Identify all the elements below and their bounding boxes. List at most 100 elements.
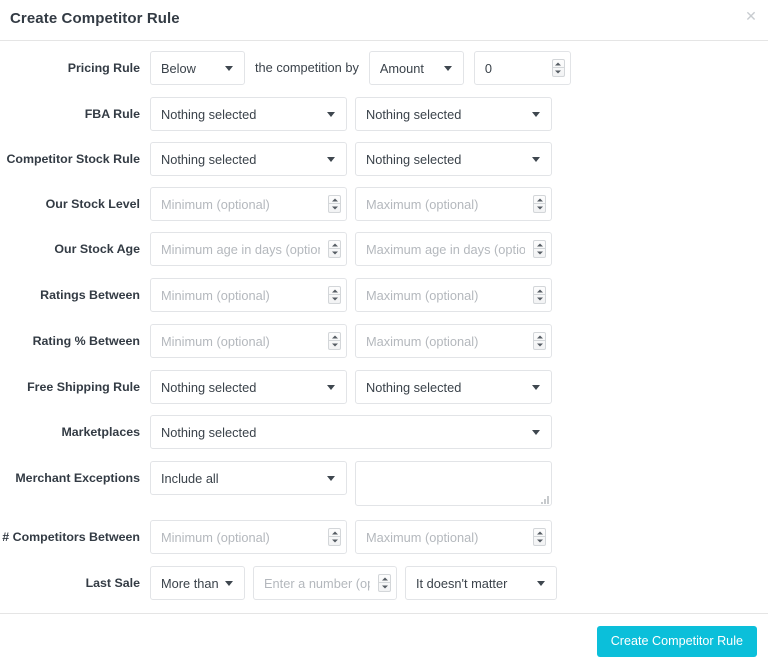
- chevron-down-icon: [225, 580, 234, 586]
- label-fba-rule: FBA Rule: [84, 107, 140, 121]
- controls-merchant-exceptions: Include all: [150, 461, 552, 506]
- create-competitor-rule-modal: Create Competitor Rule ✕ Pricing Rule Be…: [0, 0, 768, 668]
- spinner-icon[interactable]: [378, 574, 391, 592]
- our-stock-level-max-input[interactable]: Maximum (optional): [355, 187, 552, 221]
- resize-handle-icon[interactable]: [540, 495, 549, 504]
- fba-rule-left-value: Nothing selected: [161, 106, 257, 122]
- pricing-direction-select[interactable]: Below: [150, 51, 245, 85]
- rating-percent-min-input[interactable]: Minimum (optional): [150, 324, 347, 358]
- spinner-icon[interactable]: [533, 195, 546, 213]
- last-sale-period-select[interactable]: It doesn't matter: [405, 566, 557, 600]
- chevron-down-icon: [327, 384, 336, 390]
- fba-rule-right-value: Nothing selected: [366, 106, 462, 122]
- pricing-mode-value: Amount: [379, 60, 424, 76]
- rating-percent-min-placeholder: Minimum (optional): [161, 333, 270, 349]
- ratings-between-max-input[interactable]: Maximum (optional): [355, 278, 552, 312]
- row-free-shipping-rule: Free Shipping Rule Nothing selected Noth…: [0, 370, 768, 415]
- controls-marketplaces: Nothing selected: [150, 415, 552, 449]
- pricing-amount-input[interactable]: 0: [473, 51, 571, 85]
- controls-ratings-between: Minimum (optional) Maximum (optional): [150, 278, 552, 312]
- chevron-down-icon: [327, 156, 336, 162]
- modal-body: Pricing Rule Below the competition by Am…: [0, 41, 768, 613]
- controls-rating-percent-between: Minimum (optional) Maximum (optional): [150, 324, 552, 358]
- row-pricing-rule: Pricing Rule Below the competition by Am…: [0, 51, 768, 96]
- our-stock-age-min-placeholder: Minimum age in days (optional): [161, 241, 320, 257]
- close-icon[interactable]: ✕: [743, 8, 759, 24]
- pricing-direction-value: Below: [161, 60, 196, 76]
- controls-our-stock-age: Minimum age in days (optional) Maximum a…: [150, 232, 552, 266]
- chevron-down-icon: [537, 580, 546, 586]
- spinner-icon[interactable]: [328, 240, 341, 258]
- row-fba-rule: FBA Rule Nothing selected Nothing select…: [0, 97, 768, 142]
- merchant-exceptions-mode-select[interactable]: Include all: [150, 461, 347, 495]
- last-sale-period-value: It doesn't matter: [416, 575, 508, 591]
- last-sale-comparator-select[interactable]: More than: [150, 566, 245, 600]
- our-stock-level-max-placeholder: Maximum (optional): [366, 196, 479, 212]
- fba-rule-right-select[interactable]: Nothing selected: [355, 97, 552, 131]
- marketplaces-select[interactable]: Nothing selected: [150, 415, 552, 449]
- label-our-stock-age: Our Stock Age: [54, 242, 140, 256]
- chevron-down-icon: [327, 475, 336, 481]
- spinner-icon[interactable]: [533, 240, 546, 258]
- ratings-between-min-input[interactable]: Minimum (optional): [150, 278, 347, 312]
- controls-pricing-rule: Below the competition by Amount 0: [150, 51, 571, 85]
- competitors-between-max-placeholder: Maximum (optional): [366, 529, 479, 545]
- merchant-exceptions-mode-value: Include all: [161, 470, 219, 486]
- merchant-exceptions-textarea[interactable]: [355, 461, 552, 506]
- modal-footer: Create Competitor Rule: [0, 613, 768, 668]
- rating-percent-max-placeholder: Maximum (optional): [366, 333, 479, 349]
- row-competitor-stock-rule: Competitor Stock Rule Nothing selected N…: [0, 142, 768, 187]
- free-shipping-right-select[interactable]: Nothing selected: [355, 370, 552, 404]
- row-competitors-between: # Competitors Between Minimum (optional)…: [0, 520, 768, 565]
- rating-percent-max-input[interactable]: Maximum (optional): [355, 324, 552, 358]
- row-merchant-exceptions: Merchant Exceptions Include all: [0, 461, 768, 517]
- controls-competitors-between: Minimum (optional) Maximum (optional): [150, 520, 552, 554]
- chevron-down-icon: [532, 111, 541, 117]
- label-rating-percent-between: Rating % Between: [32, 334, 140, 348]
- label-last-sale: Last Sale: [85, 576, 140, 590]
- competitor-stock-left-value: Nothing selected: [161, 151, 257, 167]
- competitor-stock-left-select[interactable]: Nothing selected: [150, 142, 347, 176]
- spinner-icon[interactable]: [328, 332, 341, 350]
- our-stock-age-max-input[interactable]: Maximum age in days (optional): [355, 232, 552, 266]
- fba-rule-left-select[interactable]: Nothing selected: [150, 97, 347, 131]
- label-our-stock-level: Our Stock Level: [45, 197, 140, 211]
- spinner-icon[interactable]: [328, 286, 341, 304]
- our-stock-level-min-input[interactable]: Minimum (optional): [150, 187, 347, 221]
- pricing-mode-select[interactable]: Amount: [368, 51, 464, 85]
- row-last-sale: Last Sale More than Enter a number (opti…: [0, 566, 768, 611]
- our-stock-level-min-placeholder: Minimum (optional): [161, 196, 270, 212]
- competitors-between-max-input[interactable]: Maximum (optional): [355, 520, 552, 554]
- free-shipping-left-select[interactable]: Nothing selected: [150, 370, 347, 404]
- last-sale-number-placeholder: Enter a number (optional): [264, 575, 370, 591]
- competitor-stock-right-value: Nothing selected: [366, 151, 462, 167]
- spinner-icon[interactable]: [551, 59, 565, 77]
- competitor-stock-right-select[interactable]: Nothing selected: [355, 142, 552, 176]
- chevron-down-icon: [532, 384, 541, 390]
- chevron-down-icon: [532, 156, 541, 162]
- our-stock-age-min-input[interactable]: Minimum age in days (optional): [150, 232, 347, 266]
- spinner-icon[interactable]: [328, 528, 341, 546]
- spinner-icon[interactable]: [533, 332, 546, 350]
- page-title: Create Competitor Rule: [10, 10, 180, 27]
- row-marketplaces: Marketplaces Nothing selected: [0, 415, 768, 460]
- pricing-amount-value: 0: [484, 60, 492, 76]
- controls-our-stock-level: Minimum (optional) Maximum (optional): [150, 187, 552, 221]
- spinner-icon[interactable]: [533, 528, 546, 546]
- spinner-icon[interactable]: [533, 286, 546, 304]
- controls-last-sale: More than Enter a number (optional) It d…: [150, 566, 557, 600]
- row-our-stock-level: Our Stock Level Minimum (optional) Maxim…: [0, 187, 768, 232]
- label-merchant-exceptions: Merchant Exceptions: [15, 471, 140, 485]
- create-competitor-rule-button[interactable]: Create Competitor Rule: [596, 626, 757, 657]
- spinner-icon[interactable]: [328, 195, 341, 213]
- controls-free-shipping-rule: Nothing selected Nothing selected: [150, 370, 552, 404]
- chevron-down-icon: [327, 111, 336, 117]
- row-our-stock-age: Our Stock Age Minimum age in days (optio…: [0, 232, 768, 277]
- controls-fba-rule: Nothing selected Nothing selected: [150, 97, 552, 131]
- label-free-shipping-rule: Free Shipping Rule: [27, 380, 140, 394]
- label-competitors-between: # Competitors Between: [2, 530, 140, 544]
- chevron-down-icon: [443, 65, 453, 71]
- last-sale-number-input[interactable]: Enter a number (optional): [253, 566, 397, 600]
- chevron-down-icon: [532, 429, 541, 435]
- competitors-between-min-input[interactable]: Minimum (optional): [150, 520, 347, 554]
